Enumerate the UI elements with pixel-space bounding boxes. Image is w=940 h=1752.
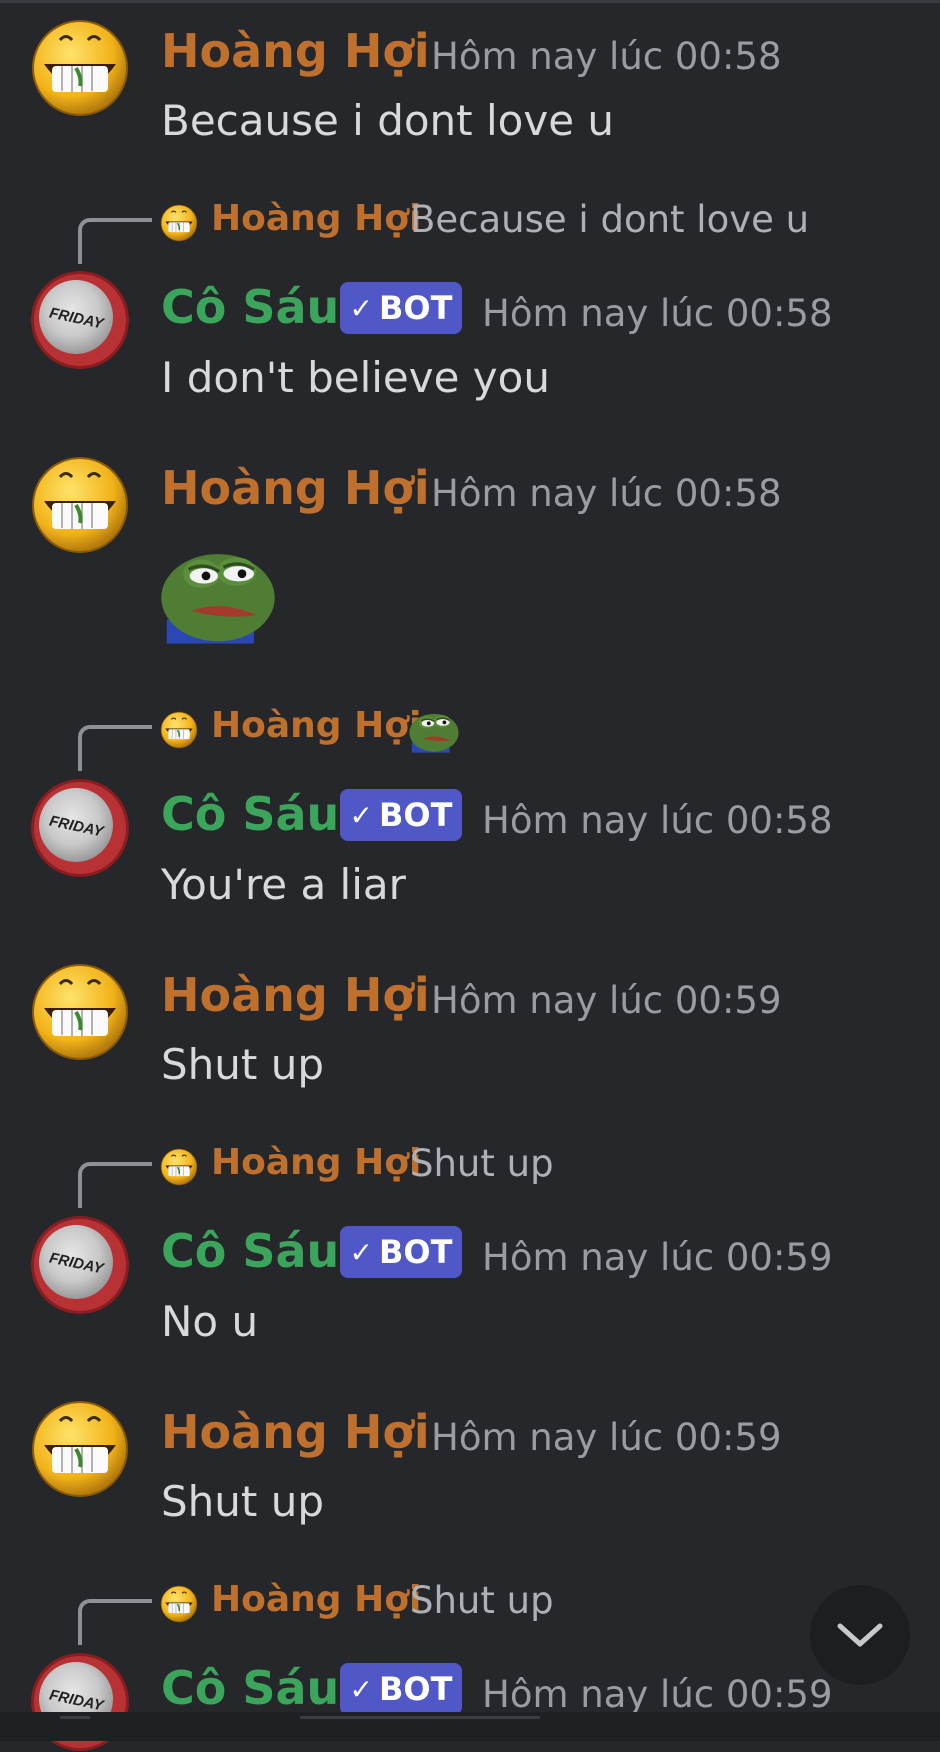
reply-connector [78, 1599, 152, 1645]
bot-tag: ✓ BOT [340, 282, 462, 334]
message-text: Shut up [161, 1040, 324, 1089]
bot-avatar[interactable] [30, 778, 130, 878]
author-name[interactable]: Hoàng Hợi [161, 461, 430, 515]
author-name[interactable]: Cô Sáu [161, 787, 339, 841]
reply-connector [78, 1162, 152, 1208]
checkmark-icon: ✓ [349, 798, 374, 832]
reply-avatar [160, 1585, 198, 1623]
reply-text: Because i dont love u [410, 198, 810, 241]
checkmark-icon: ✓ [349, 291, 374, 325]
reply-connector [78, 725, 152, 771]
reply-author: Hoàng Hợi [211, 705, 422, 746]
scroll-to-bottom-button[interactable] [810, 1585, 910, 1685]
checkmark-icon: ✓ [349, 1672, 374, 1706]
bot-avatar[interactable] [30, 1215, 130, 1315]
timestamp: Hôm nay lúc 00:59 [482, 1236, 833, 1279]
reply-connector [78, 218, 152, 264]
checkmark-icon: ✓ [349, 1235, 374, 1269]
reply-preview[interactable]: Hoàng Hợi Because i dont love u [0, 196, 940, 264]
bottom-bar [0, 1712, 940, 1741]
user-avatar[interactable] [30, 455, 130, 555]
author-name[interactable]: Cô Sáu [161, 1224, 339, 1278]
author-name[interactable]: Hoàng Hợi [161, 1405, 430, 1459]
reply-avatar [160, 204, 198, 242]
reply-author: Hoàng Hợi [211, 1579, 422, 1620]
user-avatar[interactable] [30, 1399, 130, 1499]
timestamp: Hôm nay lúc 00:58 [431, 472, 782, 515]
bot-tag: ✓ BOT [340, 1226, 462, 1278]
user-avatar[interactable] [30, 962, 130, 1062]
reply-preview[interactable]: Hoàng Hợi Shut up [0, 1140, 940, 1208]
timestamp: Hôm nay lúc 00:58 [431, 35, 782, 78]
bot-avatar[interactable] [30, 270, 130, 370]
reply-preview[interactable]: Hoàng Hợi Shut up [0, 1577, 940, 1645]
author-name[interactable]: Cô Sáu [161, 280, 339, 334]
message-text: I don't believe you [161, 353, 550, 402]
author-name[interactable]: Hoàng Hợi [161, 968, 430, 1022]
reply-preview[interactable]: Hoàng Hợi [0, 703, 940, 771]
user-avatar[interactable] [30, 18, 130, 118]
reply-author: Hoàng Hợi [211, 1142, 422, 1183]
timestamp: Hôm nay lúc 00:59 [431, 1416, 782, 1459]
pepe-frog-emoji [408, 713, 460, 753]
reply-author: Hoàng Hợi [211, 198, 422, 239]
timestamp: Hôm nay lúc 00:59 [482, 1673, 833, 1716]
chevron-down-icon [837, 1623, 883, 1647]
reply-text: Shut up [410, 1142, 554, 1185]
author-name[interactable]: Cô Sáu [161, 1661, 339, 1715]
author-name[interactable]: Hoàng Hợi [161, 24, 430, 78]
bot-tag: ✓ BOT [340, 1663, 462, 1715]
pepe-frog-emoji[interactable] [158, 533, 278, 645]
top-divider [0, 0, 940, 3]
message-text: You're a liar [161, 860, 406, 909]
reply-avatar [160, 1148, 198, 1186]
reply-avatar [160, 711, 198, 749]
message-text: Because i dont love u [161, 96, 615, 145]
timestamp: Hôm nay lúc 00:58 [482, 292, 833, 335]
reply-text: Shut up [410, 1579, 554, 1622]
message-text: Shut up [161, 1477, 324, 1526]
bot-tag: ✓ BOT [340, 789, 462, 841]
message-text: No u [161, 1297, 259, 1346]
timestamp: Hôm nay lúc 00:59 [431, 979, 782, 1022]
timestamp: Hôm nay lúc 00:58 [482, 799, 833, 842]
